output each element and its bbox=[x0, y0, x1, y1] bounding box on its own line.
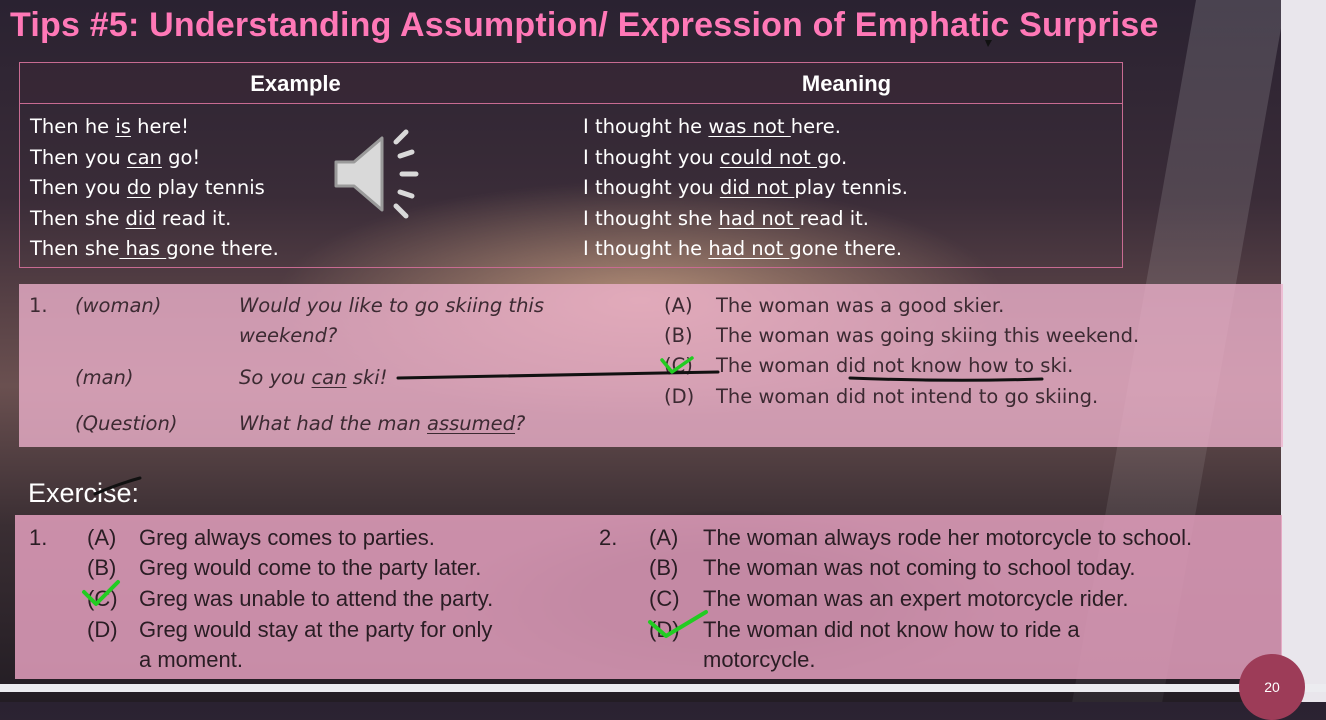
example-row: Then you can go! bbox=[30, 145, 201, 169]
ex2-option-d-letter: (D) bbox=[649, 617, 680, 642]
meaning-row: I thought you did not play tennis. bbox=[583, 176, 908, 200]
woman-line-1: Would you like to go skiing this bbox=[239, 294, 545, 317]
ex1-option-d-text: Greg would stay at the party for only bbox=[139, 617, 493, 642]
ex2-option-d-continuation: motorcycle. bbox=[703, 647, 816, 672]
meaning-row: I thought he was not here. bbox=[583, 115, 841, 138]
ex2-option-d-text: The woman did not know how to ride a bbox=[703, 617, 1080, 642]
ex1-option-b-letter: (B) bbox=[87, 555, 117, 580]
question-text: What had the man assumed? bbox=[239, 412, 526, 435]
option-a-letter: (A) bbox=[664, 294, 693, 317]
exercise-panel: 1. (A) Greg always comes to parties. (B)… bbox=[15, 515, 1282, 679]
sample-question-panel: 1. (woman) Would you like to go skiing t… bbox=[19, 284, 1283, 447]
exercise-heading: Exercise: bbox=[28, 478, 140, 508]
ex2-option-c-text: The woman was an expert motorcycle rider… bbox=[703, 586, 1129, 611]
ex1-option-a-text: Greg always comes to parties. bbox=[139, 525, 435, 550]
meaning-column: I thought he was not here. I thought you… bbox=[583, 113, 908, 266]
option-c-text: The woman did not know how to ski. bbox=[716, 354, 1074, 377]
ex2-option-a-text: The woman always rode her motorcycle to … bbox=[703, 525, 1193, 550]
speaker-icon[interactable] bbox=[330, 128, 430, 220]
meaning-row: I thought you could not go. bbox=[583, 145, 848, 169]
ex1-option-d-letter: (D) bbox=[87, 617, 118, 642]
option-d-letter: (D) bbox=[664, 385, 695, 408]
example-row: Then she has gone there. bbox=[30, 237, 279, 261]
question-number: 1. bbox=[29, 294, 48, 317]
option-b-letter: (B) bbox=[664, 324, 693, 347]
decorative-edge bbox=[1281, 0, 1326, 702]
option-d-text: The woman did not intend to go skiing. bbox=[716, 385, 1099, 408]
header-example: Example bbox=[250, 71, 341, 96]
meaning-row: I thought she had not read it. bbox=[583, 206, 869, 230]
example-column: Then he is here! Then you can go! Then y… bbox=[30, 113, 279, 266]
page-number-badge: 20 bbox=[1239, 654, 1305, 720]
man-label: (man) bbox=[75, 366, 134, 389]
ex1-option-d-continuation: a moment. bbox=[139, 647, 243, 672]
option-b-text: The woman was going skiing this weekend. bbox=[716, 324, 1140, 347]
ex2-option-b-text: The woman was not coming to school today… bbox=[703, 555, 1136, 580]
ex1-option-c-text: Greg was unable to attend the party. bbox=[139, 586, 494, 611]
bottom-bar bbox=[0, 684, 1326, 692]
option-c-letter: (C) bbox=[664, 354, 693, 377]
woman-line-2: weekend? bbox=[239, 324, 338, 347]
slide-title: Tips #5: Understanding Assumption/ Expre… bbox=[10, 6, 1159, 44]
exercise-q2-number: 2. bbox=[599, 525, 618, 550]
ex1-option-a-letter: (A) bbox=[87, 525, 117, 550]
ex2-option-c-letter: (C) bbox=[649, 586, 680, 611]
ex1-option-c-letter: (C) bbox=[87, 586, 118, 611]
ex2-option-b-letter: (B) bbox=[649, 555, 679, 580]
man-line: So you can ski! bbox=[239, 366, 388, 389]
header-meaning: Meaning bbox=[801, 71, 892, 96]
option-a-text: The woman was a good skier. bbox=[716, 294, 1005, 317]
example-row: Then he is here! bbox=[30, 115, 189, 138]
example-row: Then you do play tennis bbox=[30, 176, 265, 200]
meaning-row: I thought he had not gone there. bbox=[583, 237, 903, 261]
ex2-option-a-letter: (A) bbox=[649, 525, 679, 550]
question-label: (Question) bbox=[75, 412, 178, 435]
table-header: Example Meaning bbox=[20, 63, 1122, 104]
example-row: Then she did read it. bbox=[30, 206, 232, 230]
examples-table: Example Meaning Then he is here! Then yo… bbox=[19, 62, 1123, 268]
ex1-option-b-text: Greg would come to the party later. bbox=[139, 555, 482, 580]
woman-label: (woman) bbox=[75, 294, 162, 317]
exercise-q1-number: 1. bbox=[29, 525, 48, 550]
